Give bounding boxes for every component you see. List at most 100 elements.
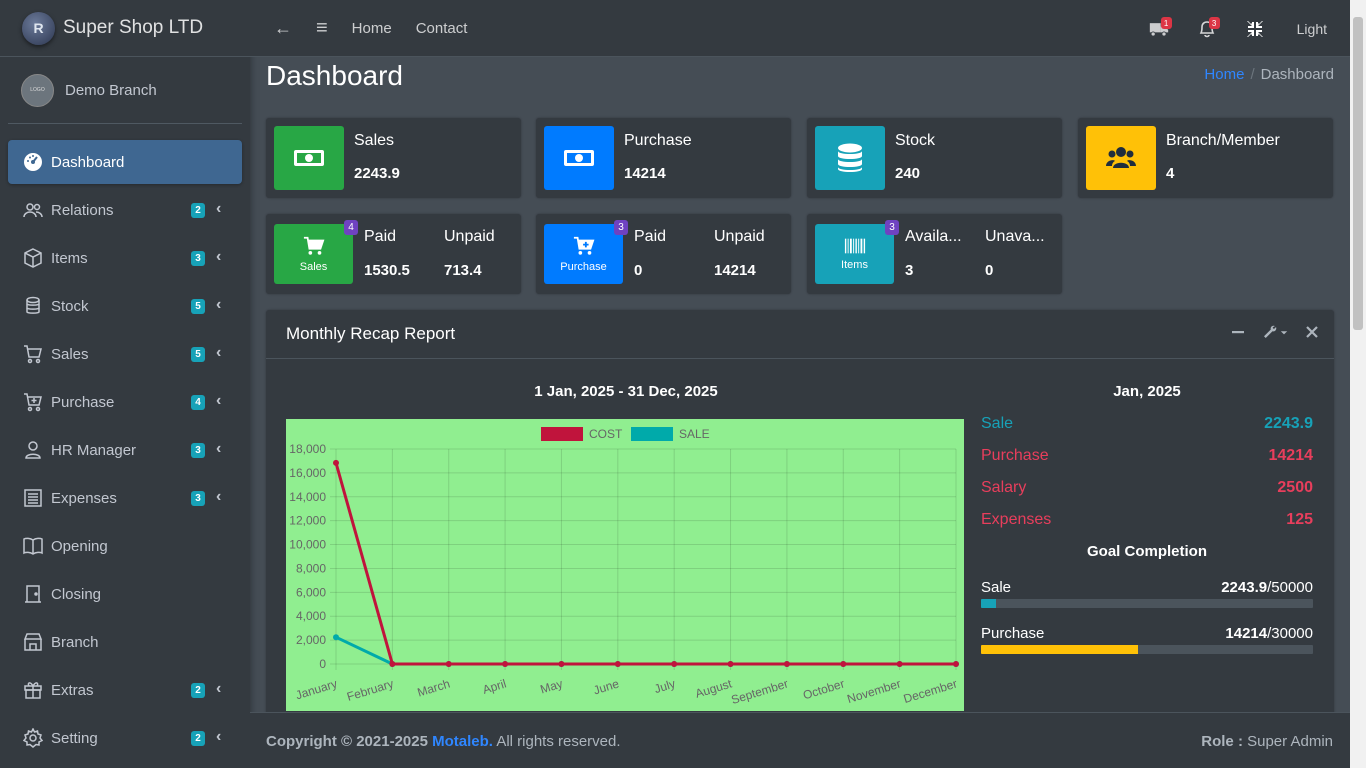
sales-info-box[interactable]: Sales 2243.9 bbox=[266, 118, 521, 198]
content-header: Dashboard Home / Dashboard bbox=[266, 60, 1334, 100]
sidebar-item-dashboard[interactable]: Dashboard bbox=[8, 140, 242, 184]
gift-icon bbox=[22, 679, 44, 701]
y-tick-label: 2,000 bbox=[296, 633, 326, 647]
close-icon[interactable] bbox=[1304, 324, 1320, 340]
nav-home-link[interactable]: Home bbox=[340, 20, 404, 37]
recap-row-salary: Salary 2500 bbox=[981, 471, 1313, 503]
sidebar-item-opening[interactable]: Opening bbox=[8, 524, 242, 568]
wrench-dropdown-icon[interactable] bbox=[1262, 324, 1288, 340]
sidebar-item-relations[interactable]: Relations 2 ‹ bbox=[8, 188, 242, 232]
x-tick-label: September bbox=[730, 676, 790, 707]
chart-date-range: 1 Jan, 2025 - 31 Dec, 2025 bbox=[534, 383, 718, 400]
data-point-cost bbox=[783, 661, 790, 667]
sidebar-item-label: Branch bbox=[51, 633, 99, 651]
cart-icon bbox=[22, 343, 44, 365]
branch-info-box[interactable]: Branch/Member 4 bbox=[1078, 118, 1333, 198]
purchase-paid-box[interactable]: Purchase 3 Paid 0 Unpaid 14214 bbox=[536, 214, 791, 294]
recap-label: Sale bbox=[981, 415, 1014, 432]
count-badge: 4 bbox=[344, 220, 358, 235]
sidebar-item-label: Opening bbox=[51, 537, 108, 555]
breadcrumb-separator: / bbox=[1250, 66, 1255, 83]
cart-plus-icon bbox=[573, 236, 594, 255]
minimize-icon[interactable] bbox=[1230, 324, 1246, 340]
info-box-label: Sales bbox=[354, 132, 395, 149]
nav-contact-link[interactable]: Contact bbox=[404, 20, 480, 37]
top-navbar: ← ≡ Home Contact 1 3 Light bbox=[250, 0, 1350, 57]
card-title: Monthly Recap Report bbox=[286, 324, 456, 343]
goal-target: /50000 bbox=[1267, 579, 1313, 596]
goal-current: 2243.9 bbox=[1221, 579, 1268, 596]
recap-label: Salary bbox=[981, 479, 1027, 496]
unpaid-label: Unpaid bbox=[714, 228, 765, 245]
sidebar-item-expenses[interactable]: Expenses 3 ‹ bbox=[8, 476, 242, 520]
sidebar-badge: 4 bbox=[191, 395, 205, 410]
database-icon bbox=[815, 126, 885, 190]
sidebar-item-branch[interactable]: Branch bbox=[8, 620, 242, 664]
series-line-cost bbox=[334, 462, 956, 666]
receipt-icon bbox=[22, 487, 44, 509]
breadcrumb-home-link[interactable]: Home bbox=[1204, 66, 1244, 83]
database-icon bbox=[22, 295, 44, 317]
sidebar-item-purchase[interactable]: Purchase 4 ‹ bbox=[8, 380, 242, 424]
info-box-label: Stock bbox=[895, 132, 936, 149]
menu-toggle-icon[interactable]: ≡ bbox=[304, 17, 340, 40]
sales-cart-button[interactable]: Sales 4 bbox=[274, 220, 358, 284]
items-availability-box[interactable]: Items 3 Availa... 3 Unava... 0 bbox=[807, 214, 1062, 294]
data-point-cost bbox=[953, 661, 959, 667]
data-point-cost bbox=[671, 661, 678, 667]
sidebar-item-hr-manager[interactable]: HR Manager 3 ‹ bbox=[8, 428, 242, 472]
purchase-cart-button[interactable]: Purchase 3 bbox=[544, 220, 628, 284]
items-barcode-button[interactable]: Items 3 bbox=[815, 220, 899, 284]
user-panel[interactable]: LOGO Demo Branch bbox=[8, 57, 242, 124]
sidebar-item-extras[interactable]: Extras 2 ‹ bbox=[8, 668, 242, 712]
paid-label: Paid bbox=[364, 228, 397, 245]
sidebar-item-setting[interactable]: Setting 2 ‹ bbox=[8, 716, 242, 760]
page-scrollbar[interactable] bbox=[1350, 0, 1366, 768]
role-label: Role : bbox=[1201, 733, 1243, 750]
info-box-value: 4 bbox=[1166, 165, 1175, 182]
brand-link[interactable]: R Super Shop LTD bbox=[0, 0, 250, 57]
back-arrow-icon[interactable]: ← bbox=[262, 18, 304, 39]
y-tick-label: 4,000 bbox=[296, 609, 326, 623]
data-point-cost bbox=[896, 661, 903, 667]
icon-label: Items bbox=[841, 259, 868, 271]
recap-row-sale: Sale 2243.9 bbox=[981, 407, 1313, 439]
brand-name: Super Shop LTD bbox=[63, 17, 204, 38]
sidebar-badge: 5 bbox=[191, 299, 205, 314]
info-box-value: 240 bbox=[895, 165, 921, 182]
sidebar-badge: 3 bbox=[191, 443, 205, 458]
goal-sale: Sale 2243.9/50000 bbox=[981, 573, 1313, 615]
sidebar-item-label: Closing bbox=[51, 585, 102, 603]
recap-label: Purchase bbox=[981, 447, 1049, 464]
box-icon bbox=[22, 247, 44, 269]
sidebar-item-items[interactable]: Items 3 ‹ bbox=[8, 236, 242, 280]
bell-icon[interactable]: 3 bbox=[1183, 0, 1231, 57]
sidebar-item-sales[interactable]: Sales 5 ‹ bbox=[8, 332, 242, 376]
chart-svg: 0 2,000 4,000 6,000 8,000 10,000 12,000 14,000 1… bbox=[289, 427, 959, 707]
info-box-label: Purchase bbox=[624, 132, 692, 149]
available-label: Availa... bbox=[905, 228, 962, 245]
info-box-value: 2243.9 bbox=[354, 165, 400, 182]
x-tick-label: November bbox=[845, 676, 902, 706]
theme-toggle[interactable]: Light bbox=[1279, 21, 1350, 37]
purchase-info-box[interactable]: Purchase 14214 bbox=[536, 118, 791, 198]
truck-count-badge: 1 bbox=[1160, 17, 1172, 29]
sidebar-item-stock[interactable]: Stock 5 ‹ bbox=[8, 284, 242, 328]
bell-count-badge: 3 bbox=[1208, 17, 1220, 29]
x-tick-label: February bbox=[345, 676, 395, 703]
author-link[interactable]: Motaleb. bbox=[432, 733, 493, 750]
truck-icon[interactable]: 1 bbox=[1135, 0, 1183, 57]
goal-target: /30000 bbox=[1267, 625, 1313, 642]
sales-paid-box[interactable]: Sales 4 Paid 1530.5 Unpaid 713.4 bbox=[266, 214, 521, 294]
sidebar-item-closing[interactable]: Closing bbox=[8, 572, 242, 616]
card-tools bbox=[1214, 324, 1320, 340]
breadcrumb-current: Dashboard bbox=[1260, 66, 1334, 83]
role-value: Super Admin bbox=[1247, 733, 1333, 750]
data-point-cost bbox=[333, 459, 339, 466]
sidebar-item-label: Relations bbox=[51, 201, 114, 219]
stock-info-box[interactable]: Stock 240 bbox=[807, 118, 1062, 198]
y-tick-label: 12,000 bbox=[289, 514, 326, 528]
scrollbar-thumb[interactable] bbox=[1353, 17, 1363, 330]
compress-icon[interactable] bbox=[1231, 0, 1279, 57]
paid-value: 1530.5 bbox=[364, 262, 410, 279]
